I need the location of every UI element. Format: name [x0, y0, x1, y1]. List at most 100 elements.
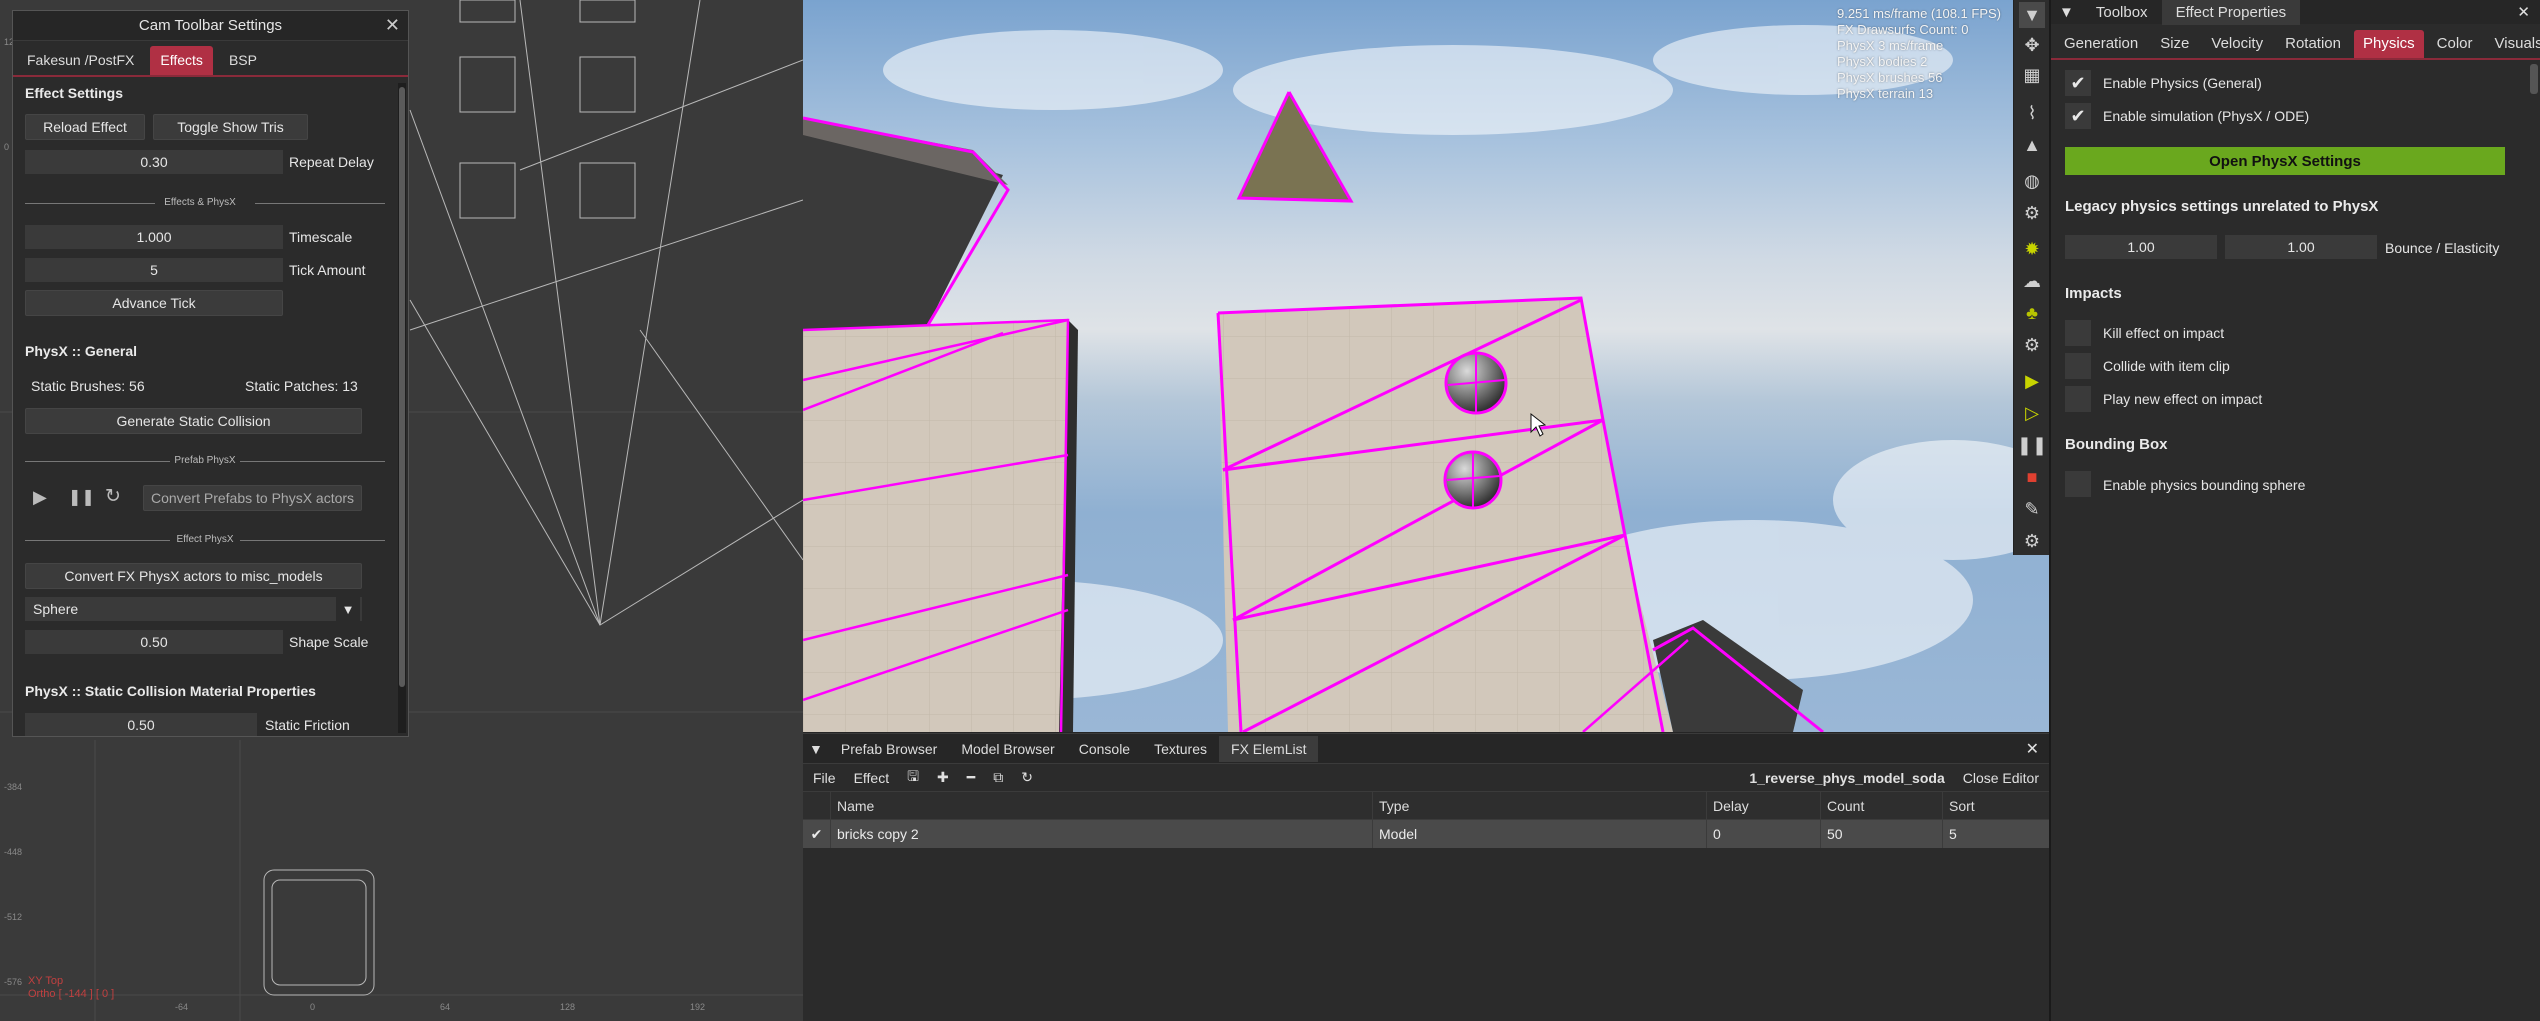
window-titlebar[interactable]: Cam Toolbar Settings ✕: [13, 11, 408, 41]
svg-text:0: 0: [4, 142, 9, 152]
reload-effect-button[interactable]: Reload Effect: [25, 114, 145, 140]
reset-icon[interactable]: ↻: [105, 485, 121, 508]
generate-static-collision-button[interactable]: Generate Static Collision: [25, 408, 362, 434]
terrain-icon[interactable]: ▲: [2019, 132, 2045, 158]
play-new-effect-checkbox[interactable]: [2065, 386, 2091, 412]
file-menu[interactable]: File: [813, 770, 836, 786]
bounce-max-input[interactable]: 1.00: [2225, 235, 2377, 259]
move-icon[interactable]: ✥: [2019, 32, 2045, 58]
ortho-viewport[interactable]: 12000-384 -448-512-576 -64064 128192 XY …: [0, 0, 803, 1021]
settings-icon[interactable]: ⚙: [2019, 528, 2045, 554]
play-outline-icon[interactable]: ▷: [2019, 400, 2045, 426]
convert-fx-physx-button[interactable]: Convert FX PhysX actors to misc_models: [25, 563, 362, 589]
effect-menu[interactable]: Effect: [854, 770, 890, 786]
column-count[interactable]: Count: [1821, 792, 1943, 819]
tab-color[interactable]: Color: [2428, 30, 2482, 58]
column-type[interactable]: Type: [1373, 792, 1707, 819]
column-name[interactable]: Name: [831, 792, 1373, 819]
toolbox-scrollbar[interactable]: [2530, 64, 2538, 94]
close-icon[interactable]: ✕: [2517, 3, 2530, 21]
checkmark-icon[interactable]: ✔: [803, 820, 831, 848]
svg-text:-512: -512: [4, 912, 22, 922]
physx-general-heading: PhysX :: General: [25, 343, 138, 359]
settings-icon[interactable]: ⚙: [2019, 332, 2045, 358]
kill-effect-checkbox[interactable]: [2065, 320, 2091, 346]
tab-generation[interactable]: Generation: [2055, 30, 2147, 58]
column-sort[interactable]: Sort: [1943, 792, 2049, 819]
collapse-icon[interactable]: ▼: [2051, 0, 2082, 25]
collide-clip-checkbox[interactable]: [2065, 353, 2091, 379]
column-delay[interactable]: Delay: [1707, 792, 1821, 819]
tab-visuals[interactable]: Visuals: [2486, 30, 2540, 58]
refresh-icon[interactable]: ↻: [1021, 769, 1033, 786]
table-row[interactable]: ✔ bricks copy 2 Model 0 50 5: [803, 820, 2049, 848]
chevron-down-icon[interactable]: ▼: [336, 597, 360, 621]
scrollbar[interactable]: [398, 83, 406, 733]
stop-icon[interactable]: ■: [2019, 464, 2045, 490]
static-friction-input[interactable]: 0.50: [25, 713, 257, 736]
header-check: [803, 792, 831, 819]
tick-amount-input[interactable]: 5: [25, 258, 283, 282]
tab-physics[interactable]: Physics: [2353, 30, 2424, 58]
svg-text:-64: -64: [175, 1002, 188, 1012]
tree-icon[interactable]: ♣: [2019, 300, 2045, 326]
tab-textures[interactable]: Textures: [1142, 736, 1219, 762]
tab-velocity[interactable]: Velocity: [2202, 30, 2272, 58]
close-icon[interactable]: ✕: [2026, 739, 2039, 759]
remove-icon[interactable]: ━: [967, 769, 975, 786]
advance-tick-button[interactable]: Advance Tick: [25, 290, 283, 316]
convert-prefabs-button[interactable]: Convert Prefabs to PhysX actors: [143, 485, 362, 511]
tab-fx-elemlist[interactable]: FX ElemList: [1219, 735, 1319, 762]
svg-text:-448: -448: [4, 847, 22, 857]
ortho-view-label: XY Top: [28, 975, 64, 987]
play-icon[interactable]: ▶: [2019, 368, 2045, 394]
legacy-physics-heading: Legacy physics settings unrelated to Phy…: [2065, 198, 2379, 215]
static-friction-label: Static Friction: [265, 717, 350, 733]
pause-icon[interactable]: ❚❚: [68, 487, 95, 507]
close-icon[interactable]: ✕: [385, 15, 400, 36]
tab-prefab-browser[interactable]: Prefab Browser: [829, 736, 949, 762]
tab-bsp[interactable]: BSP: [219, 46, 267, 75]
edit-icon[interactable]: ✎: [2019, 496, 2045, 522]
duplicate-icon[interactable]: ⧉: [993, 769, 1003, 786]
paperclip-icon[interactable]: ⌇: [2019, 100, 2045, 126]
tab-model-browser[interactable]: Model Browser: [949, 736, 1066, 762]
filter-icon[interactable]: ▼: [2019, 2, 2045, 28]
tab-rotation[interactable]: Rotation: [2276, 30, 2350, 58]
close-editor-button[interactable]: Close Editor: [1963, 770, 2039, 786]
settings-icon[interactable]: ⚙: [2019, 200, 2045, 226]
tab-console[interactable]: Console: [1067, 736, 1142, 762]
timescale-input[interactable]: 1.000: [25, 225, 283, 249]
toggle-show-tris-button[interactable]: Toggle Show Tris: [153, 114, 308, 140]
tab-fakesun-postfx[interactable]: Fakesun /PostFX: [17, 46, 144, 75]
tab-size[interactable]: Size: [2151, 30, 2198, 58]
tab-effect-properties[interactable]: Effect Properties: [2161, 0, 2301, 25]
pause-icon[interactable]: ❚❚: [2017, 432, 2047, 458]
divider-label: Effects & PhysX: [164, 197, 236, 208]
tab-effects[interactable]: Effects: [150, 46, 213, 75]
effect-physx-divider: Effect PhysX: [25, 534, 385, 546]
shape-select[interactable]: Sphere ▼: [25, 597, 362, 621]
repeat-delay-input[interactable]: 0.30: [25, 150, 283, 174]
play-icon[interactable]: ▶: [33, 487, 47, 508]
collapse-icon[interactable]: ▼: [803, 736, 829, 762]
tab-toolbox[interactable]: Toolbox: [2082, 0, 2162, 25]
open-physx-settings-button[interactable]: Open PhysX Settings: [2065, 147, 2505, 175]
save-icon[interactable]: 🖫: [907, 766, 919, 790]
sun-icon[interactable]: ✹: [2019, 236, 2045, 262]
enable-simulation-checkbox[interactable]: ✔: [2065, 103, 2091, 129]
add-icon[interactable]: ✚: [937, 769, 949, 786]
divider-label: Effect PhysX: [176, 534, 234, 545]
bounce-label: Bounce / Elasticity: [2385, 240, 2500, 256]
scrollbar-thumb[interactable]: [399, 87, 405, 687]
globe-icon[interactable]: ◍: [2019, 168, 2045, 194]
3d-viewport[interactable]: 9.251 ms/frame (108.1 FPS) FX Drawsurfs …: [803, 0, 2049, 732]
bounce-min-input[interactable]: 1.00: [2065, 235, 2217, 259]
grid-icon[interactable]: ▦: [2019, 62, 2045, 88]
enable-physics-checkbox[interactable]: ✔: [2065, 70, 2091, 96]
bounding-sphere-checkbox[interactable]: [2065, 471, 2091, 497]
window-title: Cam Toolbar Settings: [138, 17, 283, 34]
shape-scale-input[interactable]: 0.50: [25, 630, 283, 654]
toolbox-panel: ▼ Toolbox Effect Properties ✕ Generation…: [2049, 0, 2540, 1021]
cloud-icon[interactable]: ☁: [2019, 268, 2045, 294]
